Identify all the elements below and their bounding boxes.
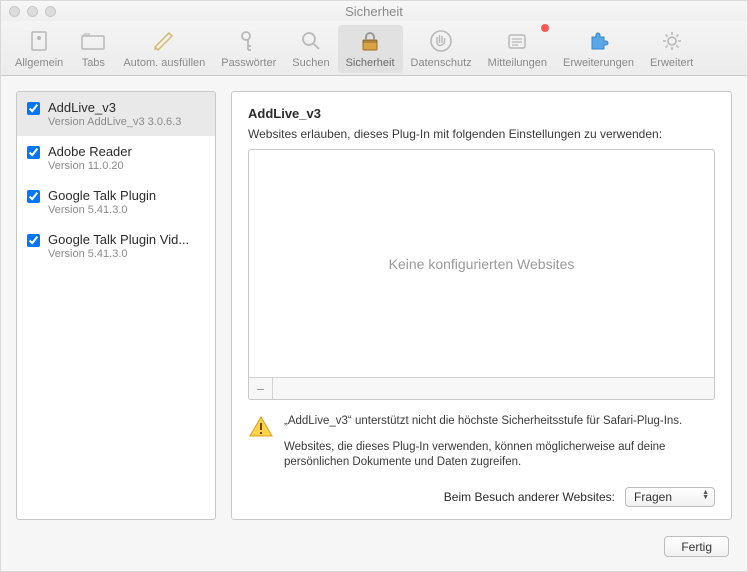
plugin-name: AddLive_v3 (48, 100, 205, 115)
toolbar-security[interactable]: Sicherheit (338, 25, 403, 73)
toolbar-tabs[interactable]: Tabs (71, 25, 115, 73)
other-websites-select[interactable]: Fragen ▲▼ (625, 487, 715, 507)
window-title: Sicherheit (1, 4, 747, 19)
minus-icon: − (256, 381, 264, 397)
remove-website-button[interactable]: − (249, 378, 273, 399)
search-icon (297, 27, 325, 55)
zoom-window-icon[interactable] (45, 6, 56, 17)
toolbar-label: Allgemein (15, 57, 63, 69)
close-window-icon[interactable] (9, 6, 20, 17)
toolbar-extensions[interactable]: Erweiterungen (555, 25, 642, 73)
lock-icon (356, 27, 384, 55)
notification-badge-icon (541, 24, 549, 32)
plugin-version: Version 11.0.20 (48, 160, 205, 172)
warning-line-1: „AddLive_v3“ unterstützt nicht die höchs… (284, 414, 715, 430)
puzzle-icon (584, 27, 612, 55)
plugin-name: Google Talk Plugin (48, 188, 205, 203)
plugin-detail-pane: AddLive_v3 Websites erlauben, dieses Plu… (231, 91, 732, 520)
toolbar-label: Mitteilungen (488, 57, 547, 69)
plugin-checkbox[interactable] (27, 146, 40, 159)
plugin-checkbox[interactable] (27, 234, 40, 247)
plugin-checkbox[interactable] (27, 190, 40, 203)
detail-title: AddLive_v3 (248, 106, 715, 121)
gear-icon (658, 27, 686, 55)
preferences-window: Sicherheit Allgemein Tabs Autom. ausfüll… (0, 0, 748, 572)
plugin-row-google-talk-video[interactable]: Google Talk Plugin Vid... Version 5.41.3… (17, 224, 215, 268)
done-button-label: Fertig (681, 540, 712, 554)
hand-icon (427, 27, 455, 55)
done-button[interactable]: Fertig (664, 536, 729, 557)
plugin-row-addlive[interactable]: AddLive_v3 Version AddLive_v3 3.0.6.3 (17, 92, 215, 136)
content-area: AddLive_v3 Version AddLive_v3 3.0.6.3 Ad… (1, 76, 747, 530)
plugin-row-adobe-reader[interactable]: Adobe Reader Version 11.0.20 (17, 136, 215, 180)
list-footer: − (249, 377, 714, 399)
plugin-version: Version AddLive_v3 3.0.6.3 (48, 116, 205, 128)
plugin-sidebar: AddLive_v3 Version AddLive_v3 3.0.6.3 Ad… (16, 91, 216, 520)
tabs-icon (79, 27, 107, 55)
toolbar-label: Erweiterungen (563, 57, 634, 69)
plugin-checkbox[interactable] (27, 102, 40, 115)
plugin-version: Version 5.41.3.0 (48, 248, 205, 260)
toolbar-label: Tabs (82, 57, 105, 69)
toolbar-notifications[interactable]: Mitteilungen (480, 25, 555, 73)
warning-text: „AddLive_v3“ unterstützt nicht die höchs… (284, 414, 715, 481)
other-websites-row: Beim Besuch anderer Websites: Fragen ▲▼ (248, 487, 715, 507)
key-icon (235, 27, 263, 55)
traffic-lights (9, 6, 56, 17)
toolbar-autofill[interactable]: Autom. ausfüllen (115, 25, 213, 73)
warning-line-2: Websites, die dieses Plug-In verwenden, … (284, 440, 715, 471)
toolbar-passwords[interactable]: Passwörter (213, 25, 284, 73)
toolbar-search[interactable]: Suchen (284, 25, 337, 73)
plugin-name: Google Talk Plugin Vid... (48, 232, 205, 247)
chevron-updown-icon: ▲▼ (702, 490, 709, 500)
toolbar-label: Erweitert (650, 57, 693, 69)
toolbar-label: Passwörter (221, 57, 276, 69)
select-value: Fragen (634, 490, 672, 504)
notification-icon (503, 27, 531, 55)
toolbar-advanced[interactable]: Erweitert (642, 25, 701, 73)
plugin-name: Adobe Reader (48, 144, 205, 159)
titlebar: Sicherheit (1, 1, 747, 21)
toolbar-label: Datenschutz (411, 57, 472, 69)
empty-placeholder: Keine konfigurierten Websites (249, 150, 714, 377)
general-icon (25, 27, 53, 55)
toolbar-label: Suchen (292, 57, 329, 69)
warning-icon (248, 414, 274, 440)
plugin-row-google-talk[interactable]: Google Talk Plugin Version 5.41.3.0 (17, 180, 215, 224)
autofill-icon (150, 27, 178, 55)
toolbar-privacy[interactable]: Datenschutz (403, 25, 480, 73)
minimize-window-icon[interactable] (27, 6, 38, 17)
dialog-footer: Fertig (1, 530, 747, 571)
other-websites-label: Beim Besuch anderer Websites: (444, 490, 615, 504)
toolbar-label: Autom. ausfüllen (123, 57, 205, 69)
plugin-version: Version 5.41.3.0 (48, 204, 205, 216)
toolbar: Allgemein Tabs Autom. ausfüllen Passwört… (1, 21, 747, 76)
detail-subtitle: Websites erlauben, dieses Plug-In mit fo… (248, 127, 715, 141)
toolbar-general[interactable]: Allgemein (7, 25, 71, 73)
websites-listbox: Keine konfigurierten Websites − (248, 149, 715, 400)
warning-row: „AddLive_v3“ unterstützt nicht die höchs… (248, 414, 715, 481)
toolbar-label: Sicherheit (346, 57, 395, 69)
